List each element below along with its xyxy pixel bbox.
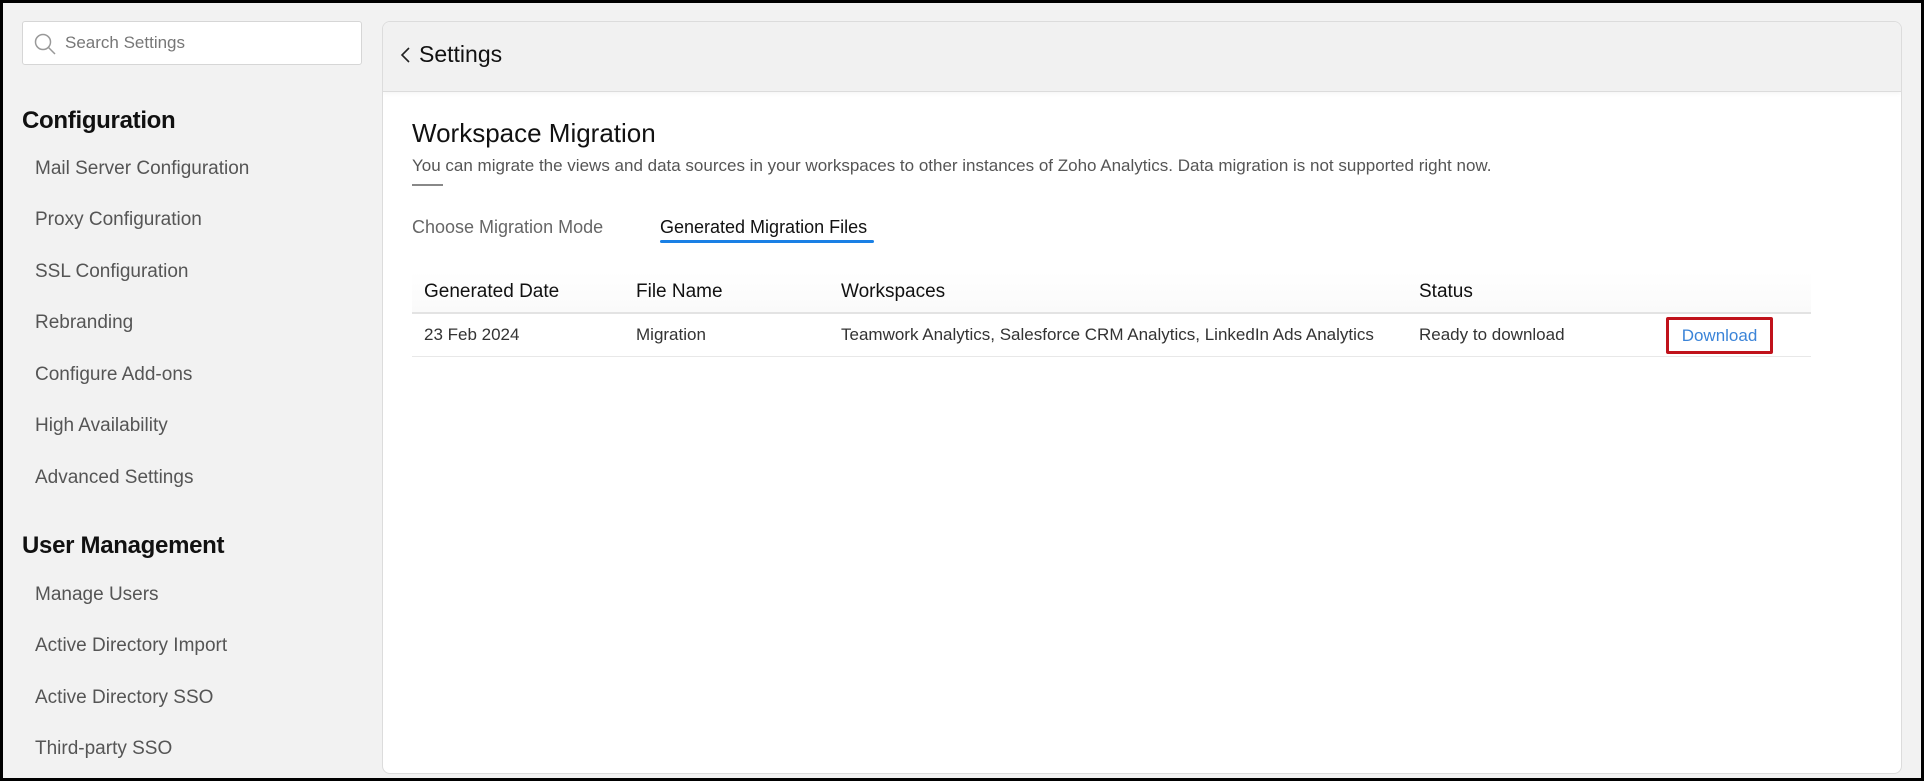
- table-header-row: Generated Date File Name Workspaces Stat…: [412, 272, 1811, 314]
- column-header-status[interactable]: Status: [1419, 281, 1473, 303]
- column-header-generated-date[interactable]: Generated Date: [424, 281, 559, 303]
- description-divider: [412, 184, 443, 186]
- cell-generated-date: 23 Feb 2024: [424, 325, 520, 344]
- search-settings-input[interactable]: [65, 23, 350, 63]
- sidebar-item-proxy-configuration[interactable]: Proxy Configuration: [35, 209, 202, 231]
- cell-workspaces: Teamwork Analytics, Salesforce CRM Analy…: [841, 325, 1374, 344]
- back-to-settings-button[interactable]: Settings: [399, 41, 502, 68]
- section-title-configuration: Configuration: [22, 107, 176, 134]
- download-highlight-box: Download: [1666, 317, 1773, 354]
- panel-header: Settings: [383, 22, 1901, 92]
- tab-generated-migration-files[interactable]: Generated Migration Files: [660, 217, 867, 238]
- sidebar-item-configure-add-ons[interactable]: Configure Add-ons: [35, 364, 192, 386]
- tab-choose-migration-mode[interactable]: Choose Migration Mode: [412, 217, 603, 238]
- cell-status: Ready to download: [1419, 325, 1565, 344]
- sidebar-item-high-availability[interactable]: High Availability: [35, 415, 168, 437]
- cell-file-name: Migration: [636, 325, 706, 344]
- active-tab-indicator: [660, 240, 874, 243]
- column-header-workspaces[interactable]: Workspaces: [841, 281, 945, 303]
- main-panel: Settings Workspace Migration You can mig…: [382, 21, 1902, 774]
- migration-files-table: Generated Date File Name Workspaces Stat…: [412, 272, 1811, 357]
- sidebar-item-ssl-configuration[interactable]: SSL Configuration: [35, 261, 189, 283]
- page-description: You can migrate the views and data sourc…: [412, 156, 1492, 175]
- back-label: Settings: [419, 41, 503, 67]
- search-settings-field[interactable]: [22, 21, 362, 65]
- sidebar-item-manage-users[interactable]: Manage Users: [35, 584, 159, 606]
- table-row: 23 Feb 2024 Migration Teamwork Analytics…: [412, 314, 1811, 357]
- sidebar-item-third-party-sso[interactable]: Third-party SSO: [35, 738, 172, 760]
- page-title: Workspace Migration: [412, 118, 656, 148]
- download-link[interactable]: Download: [1682, 326, 1758, 346]
- app-window: Configuration Mail Server Configuration …: [3, 3, 1921, 778]
- chevron-left-icon: [400, 46, 410, 63]
- sidebar-item-mail-server-configuration[interactable]: Mail Server Configuration: [35, 158, 249, 180]
- sidebar-item-active-directory-sso[interactable]: Active Directory SSO: [35, 687, 213, 709]
- column-header-file-name[interactable]: File Name: [636, 281, 723, 303]
- sidebar-item-rebranding[interactable]: Rebranding: [35, 312, 133, 334]
- sidebar-item-active-directory-import[interactable]: Active Directory Import: [35, 635, 227, 657]
- section-title-user-management: User Management: [22, 532, 225, 559]
- sidebar-item-advanced-settings[interactable]: Advanced Settings: [35, 467, 193, 489]
- search-icon: [34, 33, 56, 55]
